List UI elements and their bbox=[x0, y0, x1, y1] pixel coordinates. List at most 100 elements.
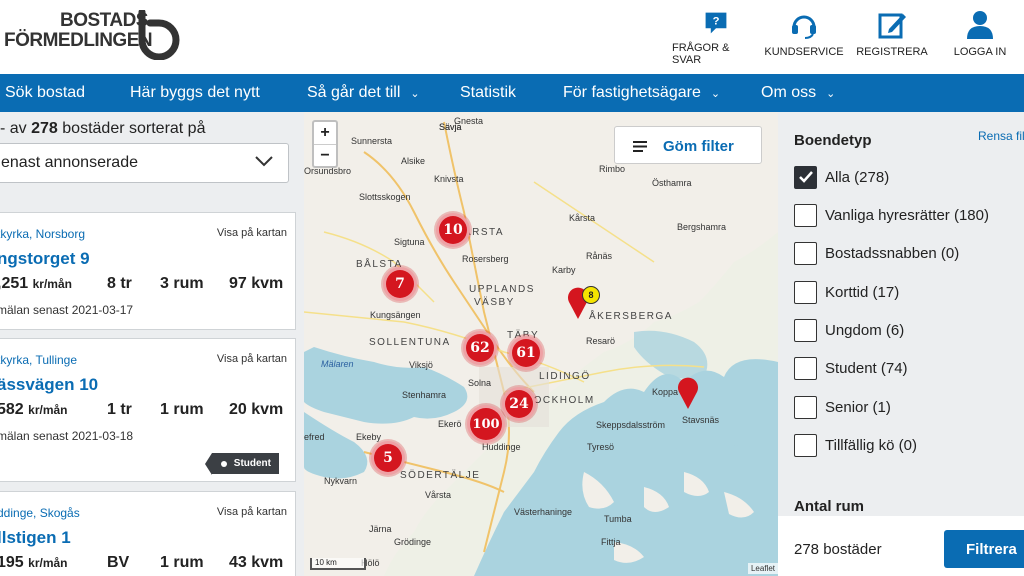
filter-option-short-term[interactable]: Korttid (17) bbox=[794, 280, 899, 304]
filter-option-regular[interactable]: Vanliga hyresrätter (180) bbox=[794, 203, 989, 227]
checkbox[interactable] bbox=[794, 203, 817, 227]
faq-link[interactable]: ? FRÅGOR & SVAR bbox=[672, 10, 760, 66]
rooms-section-title: Antal rum bbox=[794, 498, 865, 515]
map-cluster-marker[interactable]: 100 bbox=[467, 405, 505, 443]
map-place-label: Järna bbox=[369, 524, 392, 534]
map-place-label: Alsike bbox=[401, 156, 426, 166]
rent-unit: kr/mån bbox=[28, 556, 68, 570]
listing-size: 43 kvm bbox=[229, 554, 284, 571]
checkbox-checked[interactable] bbox=[794, 165, 817, 189]
filter-option-label: Tillfällig kö (0) bbox=[825, 436, 917, 454]
user-icon bbox=[967, 11, 993, 39]
nav-statistics[interactable]: Statistik bbox=[460, 84, 516, 102]
sort-select[interactable]: enast annonserade bbox=[0, 143, 289, 183]
chevron-down-icon bbox=[255, 156, 273, 167]
listing-rent: 195 bbox=[0, 554, 24, 571]
listing-rent: ,251 bbox=[0, 275, 29, 292]
listing-address[interactable]: ngstorget 9 bbox=[0, 249, 90, 269]
listing-address[interactable]: ässvägen 10 bbox=[0, 375, 98, 395]
map-place-label: Tyresö bbox=[587, 442, 615, 452]
map-attribution[interactable]: Leaflet bbox=[747, 563, 778, 574]
map-place-label: Karby bbox=[552, 265, 576, 275]
listing-rooms: 1 rum bbox=[160, 401, 204, 418]
nav-property-owners[interactable]: För fastighetsägare ⌄ bbox=[563, 84, 720, 102]
nav-how-it-works[interactable]: Så går det till ⌄ bbox=[307, 84, 420, 102]
map-place-label: Skeppsdalsström bbox=[596, 420, 666, 430]
filter-option-bostadssnabben[interactable]: Bostadssnabben (0) bbox=[794, 241, 959, 265]
headset-icon bbox=[792, 15, 816, 39]
filter-option-label: Vanliga hyresrätter (180) bbox=[825, 206, 989, 224]
map-place-label: Gnesta bbox=[454, 116, 484, 126]
map-scale: 10 km bbox=[310, 558, 366, 570]
filter-option-youth[interactable]: Ungdom (6) bbox=[794, 318, 904, 342]
checkbox[interactable] bbox=[794, 318, 817, 342]
reset-filter-link[interactable]: Rensa fil bbox=[978, 129, 1024, 143]
site-header: BOSTADS FÖRMEDLINGEN ? FRÅGOR & SVAR KUN… bbox=[0, 0, 1024, 74]
map-small-cluster[interactable]: 8 bbox=[582, 286, 600, 304]
zoom-out-button[interactable]: − bbox=[314, 144, 336, 166]
filter-option-all[interactable]: Alla (278) bbox=[794, 165, 889, 189]
listing-deadline: mälan senast 2021-03-17 bbox=[0, 303, 134, 317]
listing-card[interactable]: tkyrka, Norsborg Visa på kartan ngstorge… bbox=[0, 212, 296, 330]
nav-new-builds[interactable]: Här byggs det nytt bbox=[130, 84, 260, 102]
map-place-label: SOLLENTUNA bbox=[369, 337, 451, 348]
map-place-label: Resarö bbox=[586, 336, 616, 346]
filter-option-senior[interactable]: Senior (1) bbox=[794, 395, 891, 419]
filter-option-temporary[interactable]: Tillfällig kö (0) bbox=[794, 433, 917, 457]
logo-line-1: BOSTADS bbox=[60, 10, 148, 31]
nav-search-housing[interactable]: Sök bostad bbox=[5, 84, 85, 102]
filter-option-label: Student (74) bbox=[825, 359, 908, 377]
result-count: - av 278 bostäder sorterat på bbox=[0, 120, 206, 137]
map-place-label: Kungsängen bbox=[370, 310, 421, 320]
login-link[interactable]: LOGGA IN bbox=[936, 10, 1024, 66]
filter-option-student[interactable]: Student (74) bbox=[794, 356, 908, 380]
map-place-label: Sunnersta bbox=[351, 136, 393, 146]
apply-filter-button[interactable]: Filtrera bbox=[944, 530, 1024, 568]
map-place-label: LIDINGÖ bbox=[539, 371, 591, 382]
checkbox[interactable] bbox=[794, 241, 817, 265]
edit-icon bbox=[878, 13, 906, 39]
filter-option-label: Ungdom (6) bbox=[825, 321, 905, 339]
zoom-in-button[interactable]: + bbox=[314, 122, 336, 144]
map-view[interactable]: Sävja Sävja Gnesta Sunnersta Alsike Kniv… bbox=[304, 112, 778, 576]
listing-card[interactable]: tkyrka, Tullinge Visa på kartan ässvägen… bbox=[0, 338, 296, 482]
show-on-map-link[interactable]: Visa på kartan bbox=[217, 227, 287, 239]
nav-about[interactable]: Om oss ⌄ bbox=[761, 84, 835, 102]
listing-floor: BV bbox=[107, 554, 130, 571]
map-place-label: Slottsskogen bbox=[359, 192, 411, 202]
question-bubble-icon: ? bbox=[705, 12, 727, 34]
show-on-map-link[interactable]: Visa på kartan bbox=[217, 353, 287, 365]
map-place-label: Ekerö bbox=[438, 419, 462, 429]
checkbox[interactable] bbox=[794, 280, 817, 304]
listing-address[interactable]: llstigen 1 bbox=[0, 528, 71, 548]
map-place-label: SÖDERTÄLJE bbox=[400, 470, 481, 481]
map-place-label: Vårsta bbox=[425, 490, 452, 500]
listing-location: ddinge, Skogås bbox=[0, 506, 80, 520]
checkbox[interactable] bbox=[794, 395, 817, 419]
map-place-label: Fittja bbox=[601, 537, 621, 547]
listing-location: tkyrka, Tullinge bbox=[0, 353, 78, 367]
map-cluster-marker[interactable]: 10 bbox=[436, 213, 470, 247]
filter-option-label: Alla (278) bbox=[825, 168, 890, 186]
checkbox[interactable] bbox=[794, 433, 817, 457]
customer-service-label: KUNDSERVICE bbox=[764, 46, 844, 58]
map-pin-icon[interactable] bbox=[676, 376, 700, 410]
filter-result-count: 278 bostäder bbox=[794, 541, 882, 558]
hide-filter-button[interactable]: Göm filter bbox=[614, 126, 762, 164]
map-place-label: Rimbo bbox=[599, 164, 626, 174]
map-cluster-marker[interactable]: 61 bbox=[509, 336, 543, 370]
site-logo[interactable]: BOSTADS FÖRMEDLINGEN bbox=[4, 10, 194, 66]
listing-location: tkyrka, Norsborg bbox=[0, 227, 86, 241]
show-on-map-link[interactable]: Visa på kartan bbox=[217, 506, 287, 518]
student-badge: Student bbox=[204, 453, 279, 475]
map-cluster-marker[interactable]: 7 bbox=[383, 267, 417, 301]
listing-card[interactable]: ddinge, Skogås Visa på kartan llstigen 1… bbox=[0, 491, 296, 576]
customer-service-link[interactable]: KUNDSERVICE bbox=[760, 10, 848, 66]
main-nav: Sök bostad Här byggs det nytt Så går det… bbox=[0, 74, 1024, 112]
map-cluster-marker[interactable]: 62 bbox=[463, 331, 497, 365]
map-cluster-marker[interactable]: 24 bbox=[502, 387, 536, 421]
map-place-label: Tumba bbox=[604, 514, 632, 524]
map-cluster-marker[interactable]: 5 bbox=[371, 441, 405, 475]
checkbox[interactable] bbox=[794, 356, 817, 380]
register-link[interactable]: REGISTRERA bbox=[848, 10, 936, 66]
